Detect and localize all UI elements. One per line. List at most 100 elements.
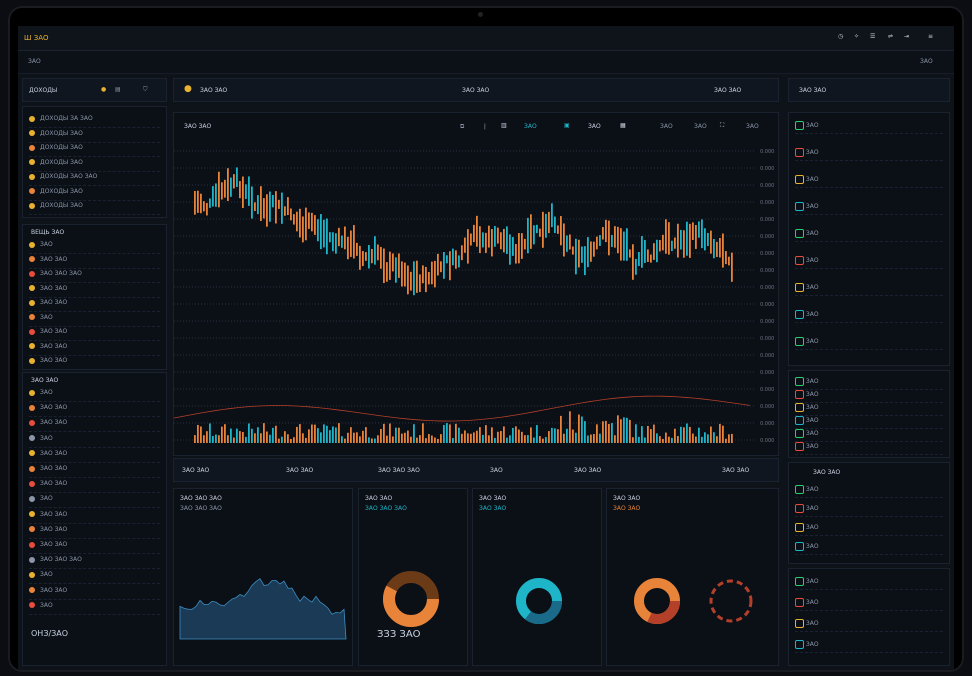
candle bbox=[284, 206, 286, 216]
candle bbox=[281, 192, 283, 224]
volume-bar bbox=[398, 427, 400, 443]
list-item[interactable]: ДОХОДЫ ЗАО bbox=[29, 202, 160, 215]
list-item[interactable]: ЗАО ЗАО ЗАО bbox=[29, 556, 160, 570]
brand[interactable]: Ш ЗАО bbox=[24, 34, 49, 42]
coin-icon[interactable]: ● bbox=[101, 86, 106, 93]
list-item[interactable]: ЗАО bbox=[795, 598, 943, 611]
shield-icon[interactable]: ⛉ bbox=[143, 86, 148, 94]
status-dot-icon bbox=[29, 173, 35, 180]
list-item[interactable]: ЗАО bbox=[795, 390, 943, 403]
list-item[interactable]: ЗАО bbox=[795, 148, 943, 161]
list-item[interactable]: ЗАО bbox=[795, 175, 943, 188]
volume-bar bbox=[518, 429, 520, 443]
list-item[interactable]: ДОХОДЫ ЗАО bbox=[29, 144, 160, 157]
list-item[interactable]: ЗАО bbox=[795, 485, 943, 498]
list-item[interactable]: ЗАО ЗАО bbox=[29, 256, 160, 269]
asset-icon bbox=[795, 429, 804, 438]
right-group-4: ЗАО ЗАО ЗАО ЗАО bbox=[788, 568, 950, 666]
list-item[interactable]: ЗАО ЗАО bbox=[29, 419, 160, 433]
list-item[interactable]: ЗАО bbox=[795, 504, 943, 517]
list-item[interactable]: ЗАО bbox=[29, 389, 160, 402]
list-item[interactable]: ЗАО bbox=[795, 577, 943, 590]
list-item[interactable]: ЗАО bbox=[795, 416, 943, 429]
candle bbox=[245, 184, 247, 199]
list-item[interactable]: ЗАО bbox=[29, 435, 160, 448]
volume-bar bbox=[425, 438, 427, 443]
sub-bar-right[interactable]: ЗАО bbox=[920, 58, 933, 65]
exchange-icon[interactable]: ● bbox=[184, 84, 192, 94]
list-item[interactable]: ЗАО bbox=[795, 523, 943, 536]
sliders-icon[interactable]: ☰ bbox=[870, 33, 875, 40]
volume-bar bbox=[731, 433, 733, 443]
list-item[interactable]: ДОХОДЫ ЗАО bbox=[29, 130, 160, 143]
export-icon[interactable]: ⇥ bbox=[904, 33, 909, 40]
list-item[interactable]: ЗАО ЗАО bbox=[29, 587, 160, 600]
list-item[interactable]: ДОХОДЫ ЗА ЗАО bbox=[29, 115, 160, 128]
list-item[interactable]: ЗАО bbox=[795, 377, 943, 390]
donut-chart-2[interactable] bbox=[473, 489, 601, 665]
list-item[interactable]: ЗАО bbox=[29, 314, 160, 327]
main-header-mid[interactable]: ЗАО ЗАО bbox=[462, 87, 489, 94]
list-item[interactable]: ЗАО ЗАО ЗАО bbox=[29, 270, 160, 283]
candlestick-chart[interactable]: 0.000 0.000 0.000 0.000 0.000 0.000 0.000 0.000… bbox=[174, 113, 778, 455]
list-item[interactable]: ЗАО bbox=[795, 442, 943, 455]
list-item[interactable]: ЗАО bbox=[795, 542, 943, 555]
list-item[interactable]: ЗАО bbox=[795, 619, 943, 632]
main-header-right[interactable]: ЗАО ЗАО bbox=[714, 87, 741, 94]
list-item[interactable]: ЗАО bbox=[795, 202, 943, 215]
list-item[interactable]: ЗАО ЗАО bbox=[29, 328, 160, 341]
list-item[interactable]: ЗАО ЗАО bbox=[29, 285, 160, 298]
list-item[interactable]: ЗАО ЗАО bbox=[29, 357, 160, 370]
donut-chart-3[interactable] bbox=[607, 489, 778, 665]
main-header-title: ЗАО ЗАО bbox=[200, 87, 228, 94]
list-item[interactable]: ЗАО bbox=[795, 429, 943, 442]
asset-icon bbox=[795, 121, 804, 130]
filter-icon[interactable]: ⇌ bbox=[888, 33, 893, 40]
list-item-label: ЗАО bbox=[804, 486, 819, 493]
candle bbox=[728, 256, 730, 266]
candle bbox=[461, 245, 463, 261]
list-item[interactable]: ЗАО ЗАО bbox=[29, 465, 160, 478]
volume-bar bbox=[275, 425, 277, 443]
list-item[interactable]: ЗАО bbox=[795, 256, 943, 269]
volume-bar bbox=[611, 423, 613, 443]
sub-bar-left[interactable]: ЗАО bbox=[28, 58, 41, 65]
list-item[interactable]: ЗАО bbox=[795, 121, 943, 134]
donut-chart-1[interactable] bbox=[359, 489, 467, 665]
candle bbox=[677, 223, 679, 258]
list-item[interactable]: ЗАО bbox=[795, 640, 943, 653]
volume-bar bbox=[293, 437, 295, 443]
list-item[interactable]: ЗАО ЗАО bbox=[29, 343, 160, 356]
list-item[interactable]: ЗАО bbox=[29, 241, 160, 254]
list-item[interactable]: ЗАО bbox=[795, 310, 943, 323]
list-item[interactable]: ЗАО bbox=[795, 229, 943, 242]
list-item[interactable]: ДОХОДЫ ЗАО bbox=[29, 159, 160, 172]
status-dot-icon bbox=[29, 511, 35, 518]
menu-icon[interactable]: ≡ bbox=[928, 33, 933, 40]
list-item[interactable]: ЗАО ЗАО bbox=[29, 450, 160, 463]
list-item[interactable]: ДОХОДЫ ЗАО ЗАО bbox=[29, 173, 160, 186]
list-item[interactable]: ЗАО ЗАО bbox=[29, 526, 160, 539]
list-item[interactable]: ЗАО bbox=[29, 495, 160, 509]
list-item[interactable]: ЗАО bbox=[29, 571, 160, 585]
area-chart[interactable] bbox=[174, 489, 352, 665]
list-item[interactable]: ЗАО bbox=[795, 337, 943, 350]
list-item[interactable]: ЗАО ЗАО bbox=[29, 511, 160, 524]
settings-icon[interactable]: ✧ bbox=[854, 33, 859, 40]
clock-icon[interactable]: ◷ bbox=[838, 33, 843, 40]
list-item[interactable]: ЗАО ЗАО bbox=[29, 299, 160, 312]
list-item-label: ЗАО bbox=[40, 434, 53, 442]
list-item-label: ЗАО ЗАО bbox=[40, 255, 68, 263]
list-item[interactable]: ЗАО bbox=[795, 403, 943, 416]
list-item[interactable]: ЗАО ЗАО bbox=[29, 541, 160, 554]
list-item[interactable]: ДОХОДЫ ЗАО bbox=[29, 188, 160, 201]
list-item[interactable]: ЗАО bbox=[795, 283, 943, 296]
list-item[interactable]: ЗАО ЗАО bbox=[29, 480, 160, 494]
candle bbox=[422, 265, 424, 284]
list-item-label: ЗАО bbox=[804, 443, 819, 450]
asset-icon bbox=[795, 416, 804, 425]
status-dot-icon bbox=[29, 144, 35, 151]
list-item[interactable]: ЗАО bbox=[29, 602, 160, 615]
list-icon[interactable]: ▤ bbox=[115, 86, 121, 93]
list-item[interactable]: ЗАО ЗАО bbox=[29, 404, 160, 418]
